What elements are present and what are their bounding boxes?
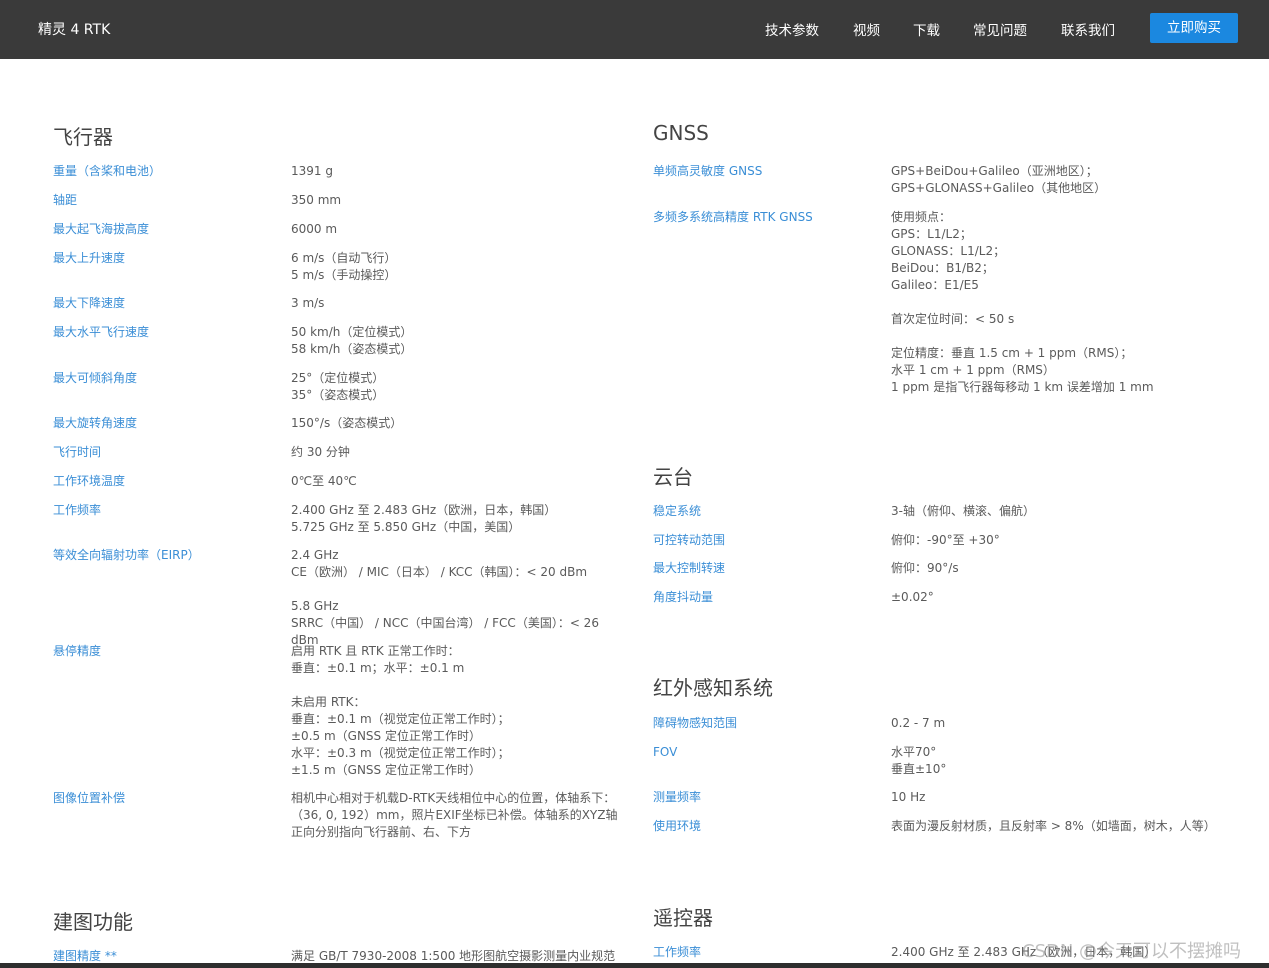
nav-video[interactable]: 视频 bbox=[853, 19, 880, 39]
nav-specs[interactable]: 技术参数 bbox=[765, 19, 819, 39]
spec-label: 最大水平飞行速度 bbox=[53, 325, 150, 339]
brand-title[interactable]: 精灵 4 RTK bbox=[38, 19, 110, 39]
spec-value: 表面为漫反射材质，且反射率 > 8%（如墙面，树木，人等） bbox=[891, 819, 1216, 833]
nav-faq[interactable]: 常见问题 bbox=[973, 19, 1027, 39]
spec-label: 轴距 bbox=[53, 193, 78, 207]
spec-value: 使用频点： GPS：L1/L2； GLONASS：L1/L2； BeiDou：B… bbox=[891, 210, 1154, 394]
spec-value: 约 30 分钟 bbox=[291, 445, 350, 459]
spec-value: 6 m/s（自动飞行） 5 m/s（手动操控） bbox=[291, 251, 397, 282]
spec-label: 最大上升速度 bbox=[53, 251, 126, 265]
spec-label: 单频高灵敏度 GNSS bbox=[653, 164, 763, 178]
spec-value: 相机中心相对于机载D-RTK天线相位中心的位置，体轴系下：（36, 0, 192… bbox=[291, 791, 618, 839]
spec-label: 障碍物感知范围 bbox=[653, 716, 738, 730]
spec-label: 最大可倾斜角度 bbox=[53, 371, 138, 385]
spec-label: 最大旋转角速度 bbox=[53, 416, 138, 430]
spec-label: 工作频率 bbox=[653, 945, 702, 959]
spec-value: 6000 m bbox=[291, 222, 338, 236]
spec-label: 使用环境 bbox=[653, 819, 702, 833]
spec-label: 飞行时间 bbox=[53, 445, 102, 459]
spec-value: 水平70° 垂直±10° bbox=[891, 745, 947, 776]
spec-value: 25°（定位模式） 35°（姿态模式） bbox=[291, 371, 385, 402]
spec-value: 1391 g bbox=[291, 164, 333, 178]
spec-value: ±0.02° bbox=[891, 590, 934, 604]
nav-download[interactable]: 下载 bbox=[913, 19, 940, 39]
spec-value: 0℃至 40℃ bbox=[291, 474, 357, 488]
spec-label: 最大下降速度 bbox=[53, 296, 126, 310]
spec-value: 350 mm bbox=[291, 193, 342, 207]
top-navbar: 精灵 4 RTK 技术参数 视频 下载 常见问题 联系我们 立即购买 bbox=[0, 0, 1269, 59]
spec-value: GPS+BeiDou+Galileo（亚洲地区）； GPS+GLONASS+Ga… bbox=[891, 164, 1107, 195]
watermark-text: CSDN @今天可以不摆摊吗 bbox=[1022, 941, 1242, 962]
spec-label: FOV bbox=[653, 745, 678, 759]
spec-value: 0.2 - 7 m bbox=[891, 716, 946, 730]
spec-value: 启用 RTK 且 RTK 正常工作时： 垂直：±0.1 m；水平：±0.1 m … bbox=[291, 644, 510, 777]
section-title-infrared: 红外感知系统 bbox=[653, 676, 773, 700]
buy-now-button[interactable]: 立即购买 bbox=[1150, 13, 1238, 43]
spec-label: 角度抖动量 bbox=[653, 590, 714, 604]
spec-value: 2.400 GHz 至 2.483 GHz（欧洲，日本，韩国） 5.725 GH… bbox=[291, 503, 557, 534]
nav-contact[interactable]: 联系我们 bbox=[1061, 19, 1115, 39]
section-title-gnss: GNSS bbox=[653, 121, 709, 145]
section-title-aircraft: 飞行器 bbox=[53, 125, 113, 149]
spec-label: 测量频率 bbox=[653, 790, 702, 804]
spec-label: 最大控制转速 bbox=[653, 561, 726, 575]
spec-value: 2.4 GHz CE（欧洲） / MIC（日本） / KCC（韩国）：< 20 … bbox=[291, 548, 599, 647]
spec-label: 工作频率 bbox=[53, 503, 102, 517]
spec-label: 多频多系统高精度 RTK GNSS bbox=[653, 210, 813, 224]
spec-label: 等效全向辐射功率（EIRP） bbox=[53, 548, 200, 562]
spec-value: 150°/s（姿态模式） bbox=[291, 416, 403, 430]
spec-label: 稳定系统 bbox=[653, 504, 702, 518]
bottom-scroll-edge bbox=[0, 963, 1269, 968]
spec-label: 工作环境温度 bbox=[53, 474, 126, 488]
section-title-remote: 遥控器 bbox=[653, 906, 713, 930]
spec-label: 重量（含桨和电池） bbox=[53, 164, 162, 178]
spec-value: 3-轴（俯仰、横滚、偏航） bbox=[891, 504, 1035, 518]
spec-value: 3 m/s bbox=[291, 296, 325, 310]
section-title-mapping: 建图功能 bbox=[53, 910, 133, 934]
spec-value: 俯仰：-90°至 +30° bbox=[891, 533, 1000, 547]
spec-label: 悬停精度 bbox=[53, 644, 102, 658]
spec-label: 图像位置补偿 bbox=[53, 791, 126, 805]
spec-label: 最大起飞海拔高度 bbox=[53, 222, 150, 236]
spec-label: 可控转动范围 bbox=[653, 533, 726, 547]
section-title-gimbal: 云台 bbox=[653, 465, 693, 489]
spec-value: 俯仰：90°/s bbox=[891, 561, 959, 575]
spec-value: 10 Hz bbox=[891, 790, 926, 804]
spec-value: 50 km/h（定位模式） 58 km/h（姿态模式） bbox=[291, 325, 413, 356]
